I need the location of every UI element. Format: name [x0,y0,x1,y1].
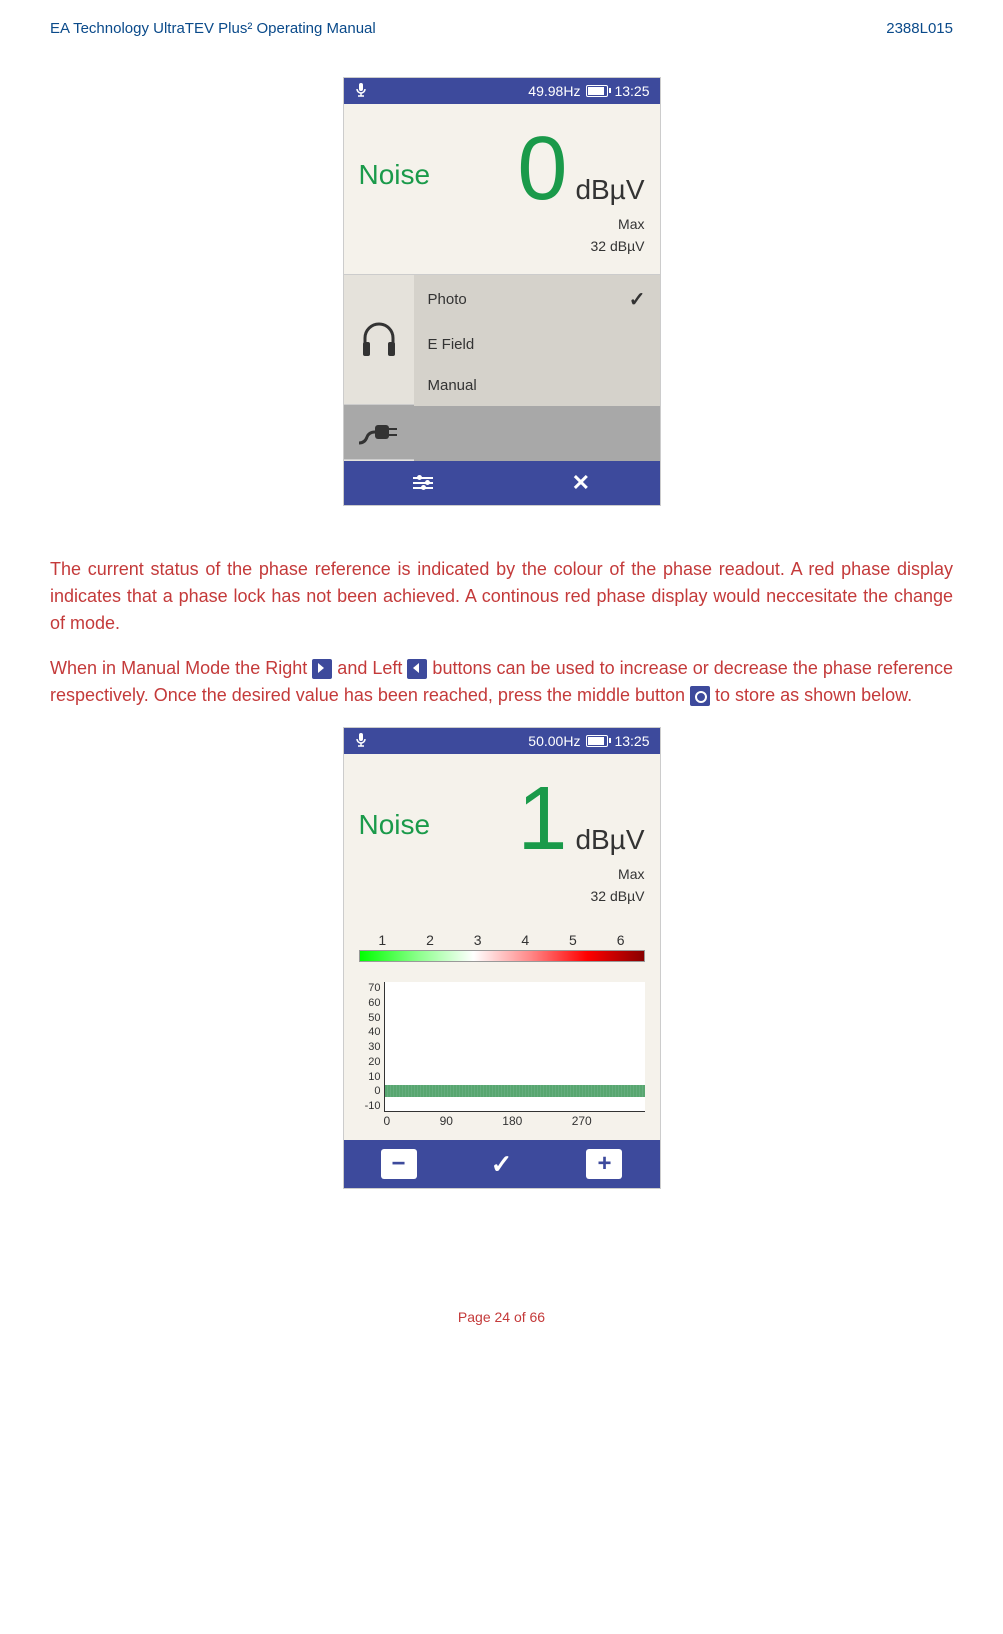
sub-value-2: 32 [591,888,607,904]
device-screen-2: 50.00Hz 13:25 Noise 1 dBµV Max 32 dBµV 1… [343,727,661,1189]
middle-button-icon [690,686,710,706]
status-bar-2: 50.00Hz 13:25 [344,728,660,754]
check-icon: ✓ [629,287,646,312]
close-icon[interactable]: ✕ [572,470,590,496]
color-scale-bar [359,950,645,962]
status-bar: 49.98Hz 13:25 [344,78,660,104]
menu-item-efield[interactable]: E Field [414,324,660,365]
reading-area: Noise 0 dBµV Max 32 dBµV [344,104,660,274]
menu-spacer [414,406,660,461]
bottom-bar: ✕ [344,461,660,505]
battery-icon [586,735,608,747]
time-readout: 13:25 [614,83,649,99]
headphones-icon[interactable] [344,275,414,405]
noise-data-band [385,1085,645,1097]
header-right: 2388L015 [886,20,953,37]
battery-icon [586,85,608,97]
menu-section: Photo ✓ E Field Manual [344,274,660,461]
menu-item-manual[interactable]: Manual [414,365,660,406]
freq-readout-2: 50.00Hz [528,733,580,749]
menu-item-photo[interactable]: Photo ✓ [414,275,660,324]
minus-button[interactable]: − [381,1149,417,1179]
sub-value: 32 [591,238,607,254]
phase-chart: 70 60 50 40 30 20 10 0 -10 0 90 180 270 [384,982,645,1132]
plug-icon[interactable] [344,405,414,460]
x-axis-labels: 0 90 180 270 [384,1112,645,1128]
noise-label-2: Noise [359,809,431,841]
bottom-buttons: − ✓ + [344,1140,660,1188]
header-left: EA Technology UltraTEV Plus² Operating M… [50,20,376,37]
time-readout-2: 13:25 [614,733,649,749]
paragraph-1: The current status of the phase referenc… [50,556,953,637]
freq-readout: 49.98Hz [528,83,580,99]
page-footer: Page 24 of 66 [50,1309,953,1325]
left-button-icon [407,659,427,679]
noise-label: Noise [359,159,431,191]
settings-sliders-icon[interactable] [413,477,433,489]
plus-button[interactable]: + [586,1149,622,1179]
paragraph-2: When in Manual Mode the Right and Left b… [50,655,953,709]
sub-unit: dBµV [610,238,645,254]
mic-icon [354,732,368,750]
right-button-icon [312,659,332,679]
y-axis-labels: 70 60 50 40 30 20 10 0 -10 [359,982,381,1112]
mic-icon [354,82,368,100]
main-value-2: 1 [517,774,567,864]
device-screen-1: 49.98Hz 13:25 Noise 0 dBµV Max 32 dBµV [343,77,661,506]
unit-label-2: dBµV [575,824,644,856]
main-value: 0 [517,124,567,214]
sub-unit-2: dBµV [610,888,645,904]
unit-label: dBµV [575,174,644,206]
chart-area: 1 2 3 4 5 6 70 60 50 40 30 20 10 0 -10 [344,924,660,1140]
chart-plot [384,982,645,1112]
reading-area-2: Noise 1 dBµV Max 32 dBµV [344,754,660,924]
color-scale-labels: 1 2 3 4 5 6 [359,932,645,948]
page-header: EA Technology UltraTEV Plus² Operating M… [50,20,953,37]
confirm-button[interactable]: ✓ [491,1149,513,1180]
